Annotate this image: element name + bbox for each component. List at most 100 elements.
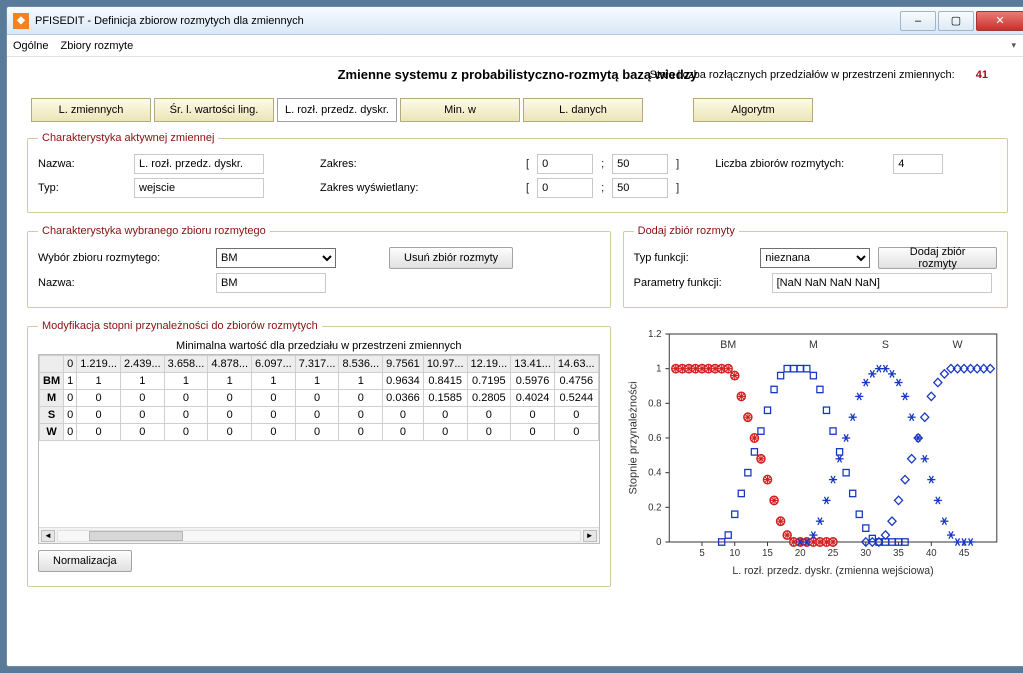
- tab-l-zmiennych[interactable]: L. zmiennych: [31, 98, 151, 122]
- table-cell[interactable]: 0: [208, 424, 252, 441]
- field-typ[interactable]: wejscie: [134, 178, 264, 198]
- table-cell[interactable]: 0: [467, 424, 511, 441]
- header-counter-label: Stała liczba rozłącznych przedziałów w p…: [650, 69, 955, 81]
- table-cell[interactable]: 0: [554, 407, 598, 424]
- delete-fuzzy-button[interactable]: Usuń zbiór rozmyty: [389, 247, 513, 269]
- table-cell[interactable]: 1: [77, 373, 121, 390]
- table-cell[interactable]: 0: [120, 390, 164, 407]
- tab-algorytm[interactable]: Algorytm: [693, 98, 813, 122]
- table-cell[interactable]: 0: [383, 424, 424, 441]
- content-area: Zmienne systemu z probabilistyczno-rozmy…: [7, 57, 1023, 666]
- normalize-button[interactable]: Normalizacja: [38, 550, 132, 572]
- add-fuzzy-button[interactable]: Dodaj zbiór rozmyty: [878, 247, 997, 269]
- svg-text:S: S: [882, 339, 889, 351]
- svg-text:1: 1: [656, 364, 661, 375]
- table-cell[interactable]: 0: [164, 424, 208, 441]
- variable-toolbar: L. zmiennych Śr. l. wartości ling. L. ro…: [27, 98, 1008, 122]
- tab-min-w[interactable]: Min. w: [400, 98, 520, 122]
- table-cell[interactable]: 1: [252, 373, 296, 390]
- table-cell[interactable]: 1: [208, 373, 252, 390]
- table-cell[interactable]: 0: [423, 424, 467, 441]
- table-cell[interactable]: 0: [554, 424, 598, 441]
- input-zakres-min[interactable]: [537, 154, 593, 174]
- table-cell[interactable]: 0: [252, 407, 296, 424]
- table-cell[interactable]: 0: [295, 390, 339, 407]
- table-cell[interactable]: 0: [511, 424, 555, 441]
- menu-zbiory[interactable]: Zbiory rozmyte: [60, 40, 133, 52]
- input-zakres-wys-min[interactable]: [537, 178, 593, 198]
- table-cell[interactable]: 0: [120, 407, 164, 424]
- table-cell[interactable]: 0: [164, 390, 208, 407]
- page-title: Zmienne systemu z probabilistyczno-rozmy…: [338, 67, 698, 82]
- table-cell[interactable]: 0: [120, 424, 164, 441]
- table-cell[interactable]: 0: [423, 407, 467, 424]
- field-nazwa[interactable]: L. rozł. przedz. dyskr.: [134, 154, 264, 174]
- input-zakres-max[interactable]: [612, 154, 668, 174]
- svg-text:30: 30: [860, 548, 871, 559]
- table-cell[interactable]: 0: [339, 424, 383, 441]
- table-cell[interactable]: 1: [164, 373, 208, 390]
- table-cell[interactable]: 0: [77, 424, 121, 441]
- svg-text:W: W: [952, 339, 963, 351]
- app-window: ◆ PFISEDIT - Definicja zbiorow rozmytych…: [6, 6, 1023, 667]
- header-counter-value: 41: [976, 69, 988, 81]
- svg-text:40: 40: [926, 548, 937, 559]
- table-cell[interactable]: 0: [511, 407, 555, 424]
- table-cell[interactable]: 0: [295, 407, 339, 424]
- scroll-right-icon[interactable]: ►: [583, 530, 597, 542]
- table-cell[interactable]: 0: [77, 407, 121, 424]
- bracket-close-2: ]: [676, 182, 679, 194]
- table-cell[interactable]: 0: [339, 407, 383, 424]
- table-cell[interactable]: 0: [64, 390, 77, 407]
- table-cell[interactable]: 0: [64, 407, 77, 424]
- table-cell[interactable]: 0.2805: [467, 390, 511, 407]
- input-zakres-wys-max[interactable]: [612, 178, 668, 198]
- table-cell[interactable]: 0.7195: [467, 373, 511, 390]
- svg-text:45: 45: [958, 548, 969, 559]
- minimize-button[interactable]: –: [900, 11, 936, 31]
- close-button[interactable]: ✕: [976, 11, 1023, 31]
- input-liczba-zbiorow[interactable]: [893, 154, 943, 174]
- table-cell[interactable]: 1: [64, 373, 77, 390]
- input-param-funkcji[interactable]: [772, 273, 992, 293]
- table-cell[interactable]: 0: [77, 390, 121, 407]
- svg-text:L. rozł. przedz. dyskr. (zmien: L. rozł. przedz. dyskr. (zmienna wejścio…: [732, 565, 933, 577]
- tab-sr-wartosci[interactable]: Śr. l. wartości ling.: [154, 98, 274, 122]
- table-cell[interactable]: 0: [252, 424, 296, 441]
- table-cell[interactable]: 0: [64, 424, 77, 441]
- table-cell[interactable]: 0.4024: [511, 390, 555, 407]
- select-wybor-zbioru[interactable]: BM: [216, 248, 336, 268]
- table-cell[interactable]: 0.9634: [383, 373, 424, 390]
- scroll-left-icon[interactable]: ◄: [41, 530, 55, 542]
- table-cell[interactable]: 0: [252, 390, 296, 407]
- table-cell[interactable]: 0: [339, 390, 383, 407]
- tab-l-danych[interactable]: L. danych: [523, 98, 643, 122]
- input-fuzzy-nazwa[interactable]: [216, 273, 326, 293]
- tab-l-rozl-przedz[interactable]: L. rozł. przedz. dyskr.: [277, 98, 397, 122]
- svg-text:M: M: [809, 339, 818, 351]
- table-col-header: 1.219...: [77, 356, 121, 373]
- table-cell[interactable]: 0.5244: [554, 390, 598, 407]
- table-cell[interactable]: 0: [295, 424, 339, 441]
- table-cell[interactable]: 1: [339, 373, 383, 390]
- membership-table[interactable]: 01.219...2.439...3.658...4.878...6.097..…: [39, 355, 599, 441]
- table-cell[interactable]: 0: [383, 407, 424, 424]
- table-cell[interactable]: 0.5976: [511, 373, 555, 390]
- table-cell[interactable]: 0.0366: [383, 390, 424, 407]
- mod-subtitle: Minimalna wartość dla przedziału w przes…: [38, 340, 600, 352]
- maximize-button[interactable]: ▢: [938, 11, 974, 31]
- table-cell[interactable]: 0.8415: [423, 373, 467, 390]
- table-cell[interactable]: 0.1585: [423, 390, 467, 407]
- menu-more-icon[interactable]: ▾: [1011, 40, 1022, 51]
- table-cell[interactable]: 0: [467, 407, 511, 424]
- select-typ-funkcji[interactable]: nieznana: [760, 248, 870, 268]
- table-cell[interactable]: 1: [120, 373, 164, 390]
- table-cell[interactable]: 0: [208, 407, 252, 424]
- table-cell[interactable]: 0: [208, 390, 252, 407]
- menu-ogolne[interactable]: Ogólne: [13, 40, 48, 52]
- table-cell[interactable]: 0: [164, 407, 208, 424]
- table-cell[interactable]: 0.4756: [554, 373, 598, 390]
- header: Zmienne systemu z probabilistyczno-rozmy…: [27, 67, 1008, 82]
- horizontal-scrollbar[interactable]: ◄ ►: [39, 527, 599, 543]
- table-cell[interactable]: 1: [295, 373, 339, 390]
